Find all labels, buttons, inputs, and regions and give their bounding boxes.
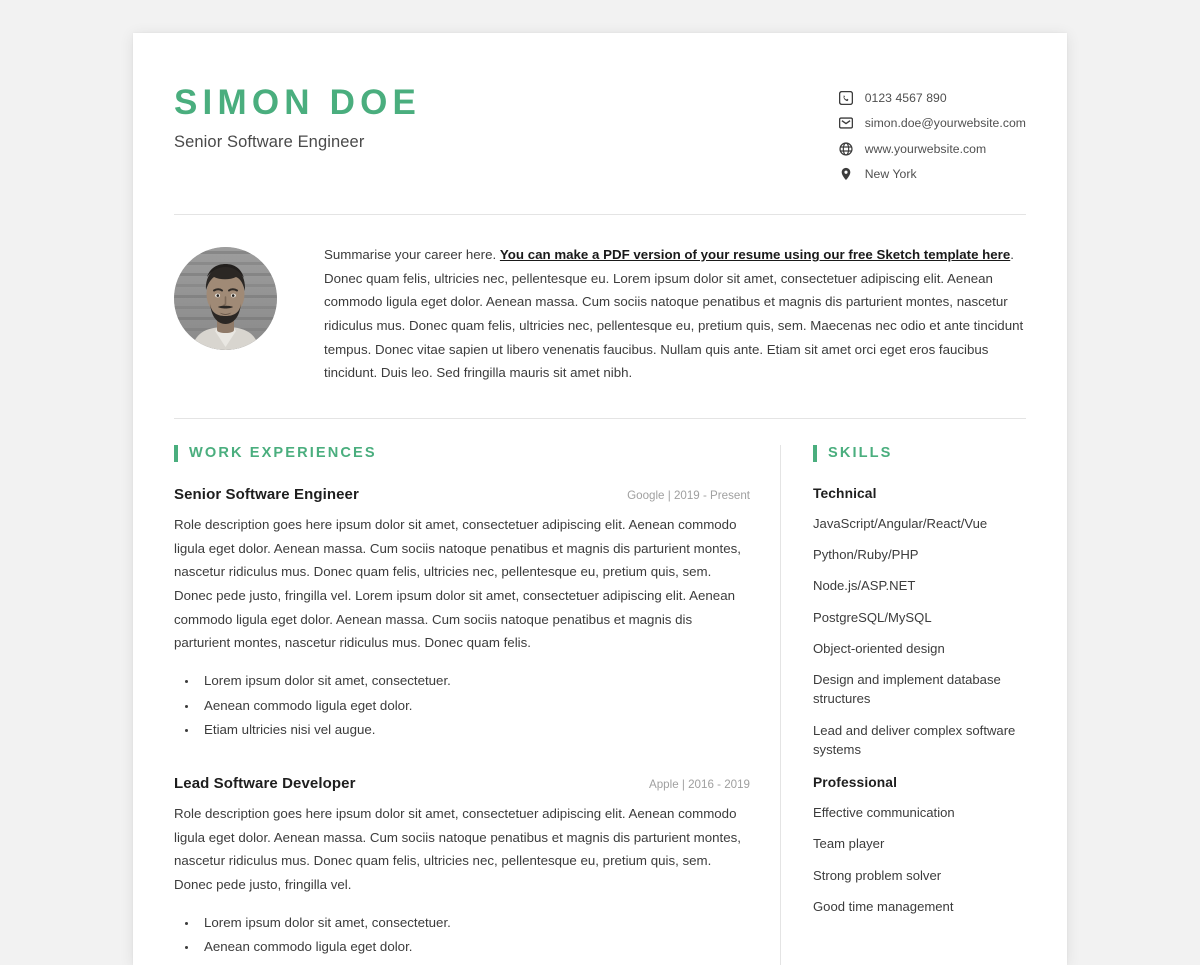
sketch-template-link[interactable]: You can make a PDF version of your resum… [500, 247, 1010, 262]
section-accent-bar [813, 444, 817, 462]
skills-column: SKILLS Technical JavaScript/Angular/Reac… [781, 444, 1026, 965]
skills-section-heading: SKILLS [813, 444, 1026, 462]
job-role-subtitle: Senior Software Engineer [174, 132, 365, 151]
contact-phone-text: 0123 4567 890 [864, 90, 947, 105]
job-spacer [174, 748, 750, 775]
list-item: Aenean commodo ligula eget dolor. [198, 694, 750, 719]
job-meta: Apple | 2016 - 2019 [649, 778, 750, 792]
job-entry: Senior Software Engineer Google | 2019 -… [174, 486, 750, 743]
identity-block: SIMON DOE Senior Software Engineer [174, 83, 422, 152]
skill-item: Design and implement database structures [813, 672, 1001, 707]
contact-item-website[interactable]: www.yourwebsite.com [839, 141, 1026, 156]
job-bullet-list: Lorem ipsum dolor sit amet, consectetuer… [198, 911, 750, 960]
skill-group-title: Technical [813, 485, 877, 501]
contact-email-text: simon.doe@yourwebsite.com [864, 116, 1026, 130]
job-description: Role description goes here ipsum dolor s… [174, 806, 741, 892]
skill-item: PostgreSQL/MySQL [813, 609, 932, 625]
skill-item: Object-oriented design [813, 640, 945, 656]
job-title: Lead Software Developer [174, 775, 356, 793]
contact-location-text: New York [864, 167, 917, 181]
skills-section-title: SKILLS [828, 445, 893, 462]
skill-item: Team player [813, 836, 885, 852]
skill-item: Lead and deliver complex software system… [813, 722, 1016, 757]
section-accent-bar [174, 444, 178, 462]
list-item: Aenean commodo ligula eget dolor. [198, 935, 750, 960]
list-item: Lorem ipsum dolor sit amet, consectetuer… [198, 911, 750, 936]
skill-item: Strong problem solver [813, 867, 942, 883]
summary-rest-text: . Donec quam felis, ultricies nec, pelle… [324, 247, 1024, 381]
summary-lead-text: Summarise your career here. [324, 247, 500, 262]
job-title: Senior Software Engineer [174, 485, 359, 503]
resume-page: SIMON DOE Senior Software Engineer 0123 … [133, 33, 1067, 965]
contact-list: 0123 4567 890 simon.doe@yourwebsite.com [839, 85, 1026, 192]
skill-item: Effective communication [813, 805, 955, 821]
skill-item: Python/Ruby/PHP [813, 547, 919, 563]
summary-section: Summarise your career here. You can make… [174, 215, 1026, 385]
job-bullet-list: Lorem ipsum dolor sit amet, consectetuer… [198, 669, 750, 743]
globe-icon [839, 141, 854, 156]
phone-icon [839, 90, 854, 105]
skill-item: Good time management [813, 898, 954, 914]
job-description: Role description goes here ipsum dolor s… [174, 516, 741, 651]
work-section-title: WORK EXPERIENCES [189, 445, 377, 462]
job-header: Senior Software Engineer Google | 2019 -… [174, 486, 750, 503]
skill-group-technical: Technical JavaScript/Angular/React/Vue P… [813, 486, 1026, 759]
contact-item-location[interactable]: New York [839, 167, 1026, 182]
skill-group-professional: Professional Effective communication Tea… [813, 775, 1026, 916]
work-section-heading: WORK EXPERIENCES [174, 444, 750, 462]
avatar [174, 247, 277, 350]
list-item: Lorem ipsum dolor sit amet, consectetuer… [198, 669, 750, 694]
page-title: SIMON DOE [174, 83, 422, 122]
list-item: Etiam ultricies nisi vel augue. [198, 718, 750, 743]
location-pin-icon [839, 167, 854, 182]
contact-website-text: www.yourwebsite.com [864, 141, 987, 156]
job-entry: Lead Software Developer Apple | 2016 - 2… [174, 775, 750, 960]
skill-item: JavaScript/Angular/React/Vue [813, 515, 988, 531]
skill-group-title: Professional [813, 775, 898, 791]
body-columns: WORK EXPERIENCES Senior Software Enginee… [174, 419, 1026, 965]
job-meta: Google | 2019 - Present [627, 488, 750, 502]
work-experiences-column: WORK EXPERIENCES Senior Software Enginee… [174, 444, 780, 965]
resume-header: SIMON DOE Senior Software Engineer 0123 … [174, 33, 1026, 192]
summary-paragraph: Summarise your career here. You can make… [324, 243, 1026, 385]
contact-item-email[interactable]: simon.doe@yourwebsite.com [839, 116, 1026, 131]
skill-item: Node.js/ASP.NET [813, 578, 916, 594]
contact-item-phone[interactable]: 0123 4567 890 [839, 90, 1026, 105]
job-header: Lead Software Developer Apple | 2016 - 2… [174, 775, 750, 792]
email-icon [839, 116, 854, 131]
